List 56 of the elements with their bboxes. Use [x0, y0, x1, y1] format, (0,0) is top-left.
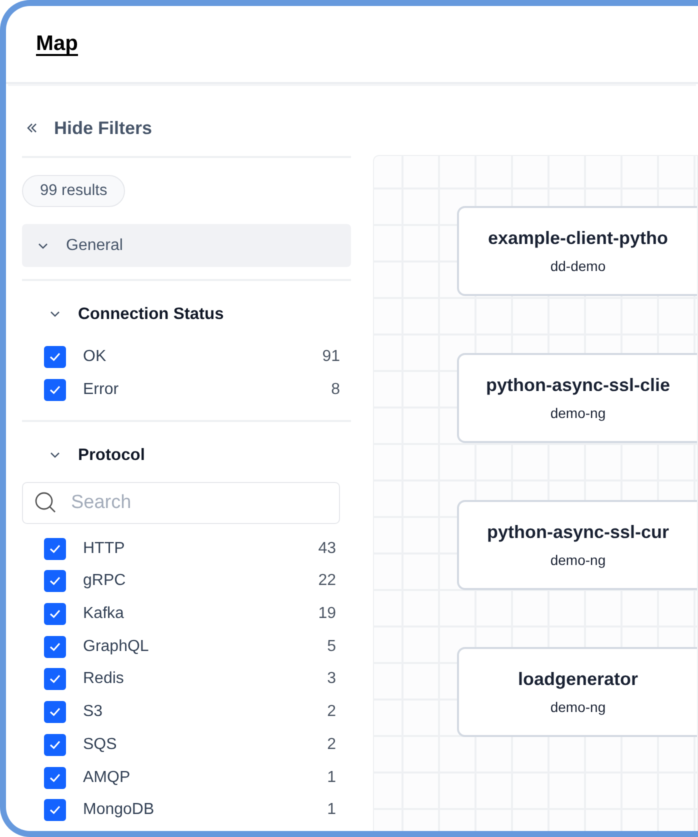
option-count: 1 — [327, 801, 336, 820]
service-node[interactable]: loadgenerator demo-ng — [457, 647, 697, 737]
option-count: 91 — [322, 348, 340, 366]
option-count: 2 — [327, 703, 336, 722]
chevron-down-icon — [50, 452, 60, 458]
option-label: GraphQL — [83, 638, 150, 656]
service-namespace: demo-ng — [550, 552, 606, 568]
service-node[interactable]: python-async-ssl-cur demo-ng — [457, 500, 697, 590]
option-count: 43 — [318, 540, 336, 558]
checkbox[interactable] — [44, 636, 66, 658]
section-header[interactable]: Protocol — [22, 442, 145, 468]
option-count: 8 — [331, 381, 340, 400]
service-name: loadgenerator — [518, 669, 638, 690]
option-label: S3 — [83, 703, 104, 722]
option-count: 1 — [327, 768, 336, 787]
service-node[interactable]: python-async-ssl-clie demo-ng — [457, 353, 697, 443]
service-name: example-client-pytho — [488, 228, 668, 249]
option-label: SQS — [83, 736, 118, 754]
checkbox[interactable] — [44, 538, 66, 560]
option-label: gRPC — [83, 572, 127, 590]
option-label: Error — [83, 381, 120, 400]
chevron-down-icon — [38, 242, 48, 248]
option-label: AMQP — [83, 768, 132, 787]
service-namespace: dd-demo — [550, 258, 606, 274]
checkbox[interactable] — [44, 766, 66, 789]
section-header[interactable]: Connection Status — [22, 301, 224, 327]
service-namespace: demo-ng — [550, 699, 606, 715]
hide-filters-button[interactable]: Hide Filters — [22, 112, 156, 144]
checkbox[interactable] — [44, 570, 66, 592]
checkbox[interactable] — [44, 701, 66, 724]
option-label: Redis — [83, 670, 125, 688]
option-label: OK — [83, 348, 108, 366]
option-label: HTTP — [83, 540, 126, 558]
option-count: 5 — [327, 638, 336, 656]
checkbox[interactable] — [44, 734, 66, 756]
option-label: MongoDB — [83, 801, 156, 820]
service-name: python-async-ssl-clie — [486, 375, 670, 396]
service-name: python-async-ssl-cur — [486, 522, 670, 543]
option-count: 3 — [327, 670, 336, 688]
checkbox[interactable] — [44, 346, 66, 368]
checkbox[interactable] — [44, 379, 66, 402]
option-count: 19 — [318, 605, 336, 624]
option-count: 22 — [318, 572, 336, 590]
general-group-header[interactable]: General — [22, 224, 351, 267]
checkbox[interactable] — [44, 799, 66, 822]
option-count: 2 — [327, 736, 336, 754]
result-count: 99 results — [22, 175, 126, 207]
option-label: Kafka — [83, 605, 125, 624]
search-field[interactable]: Search — [22, 482, 340, 524]
checkbox[interactable] — [44, 603, 66, 626]
checkbox[interactable] — [44, 668, 66, 690]
double-chevron-left-icon — [26, 122, 38, 134]
service-node[interactable]: example-client-pytho dd-demo — [457, 206, 697, 296]
service-namespace: demo-ng — [550, 405, 606, 421]
chevron-down-icon — [50, 311, 60, 317]
page-title: Map — [36, 32, 78, 56]
